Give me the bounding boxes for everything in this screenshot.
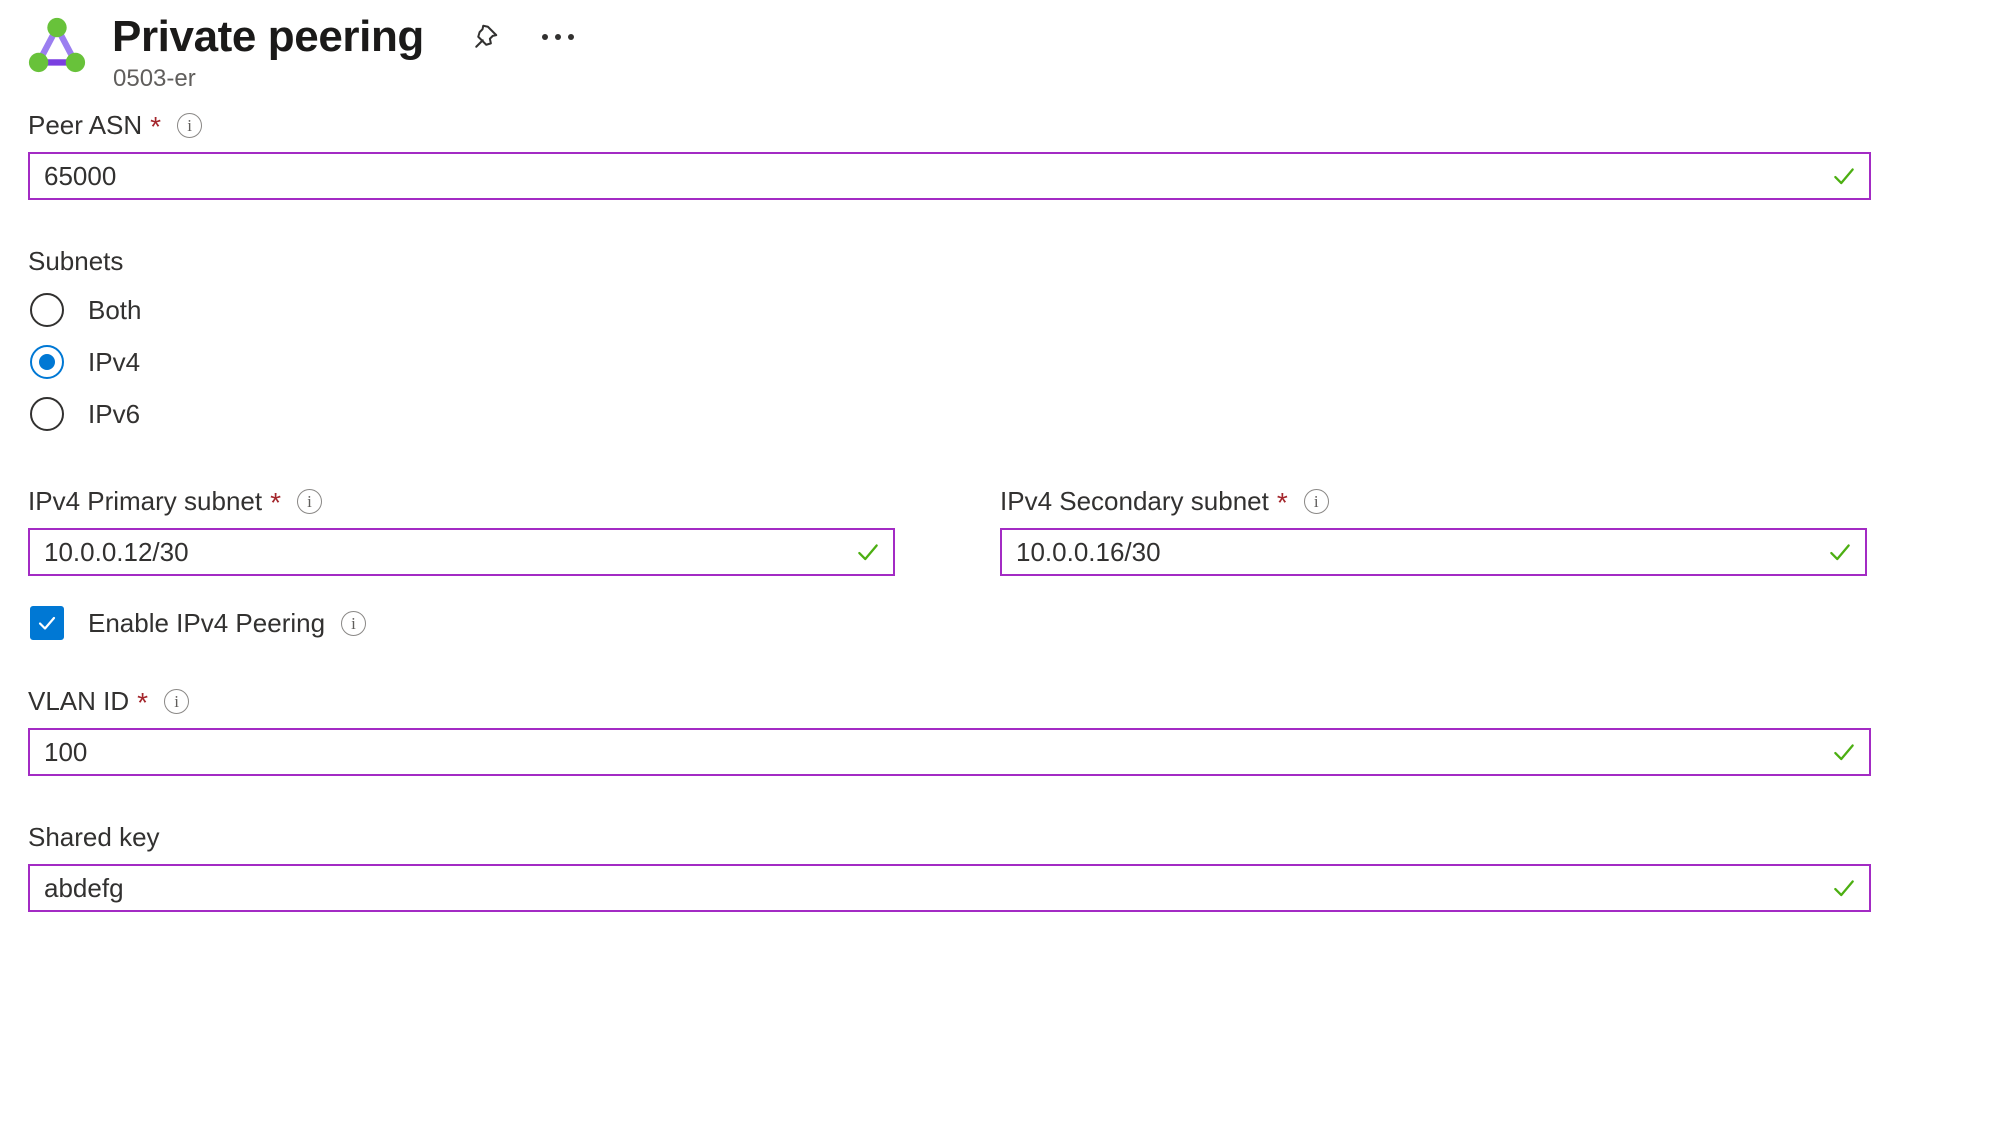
peer-asn-value: 65000: [44, 161, 117, 191]
shared-key-input[interactable]: abdefg: [28, 864, 1871, 912]
radio-label-both: Both: [88, 295, 142, 325]
title-actions: [464, 15, 580, 59]
valid-check-icon: [858, 544, 878, 561]
ipv4-primary-label-row: IPv4 Primary subnet * i: [28, 484, 895, 518]
valid-check-icon: [1834, 880, 1854, 897]
private-peering-page: Private peering 0503-er Peer ASN * i 650…: [0, 0, 1994, 1143]
shared-key-label: Shared key: [28, 822, 160, 852]
field-vlan-id: VLAN ID * i 100: [28, 684, 1994, 776]
page-title: Private peering: [112, 12, 424, 61]
vlan-id-input[interactable]: 100: [28, 728, 1871, 776]
required-indicator: *: [1276, 487, 1288, 518]
peer-asn-input[interactable]: 65000: [28, 152, 1871, 200]
radio-option-ipv6[interactable]: IPv6: [28, 388, 1994, 440]
field-peer-asn: Peer ASN * i 65000: [28, 108, 1994, 200]
required-indicator: *: [137, 687, 149, 718]
ellipsis-icon: [541, 34, 574, 40]
field-ipv4-secondary-subnet: IPv4 Secondary subnet * i 10.0.0.16/30: [1000, 484, 1867, 576]
field-shared-key: Shared key abdefg: [28, 820, 1994, 912]
ipv4-primary-subnet-input[interactable]: 10.0.0.12/30: [28, 528, 895, 576]
vlan-id-value: 100: [44, 737, 88, 767]
checkmark-icon: [38, 616, 56, 630]
enable-ipv4-peering-checkbox[interactable]: Enable IPv4 Peering i: [28, 606, 1994, 640]
page-header: Private peering 0503-er: [0, 0, 1994, 108]
info-icon[interactable]: i: [341, 610, 367, 636]
ipv4-primary-subnet-value: 10.0.0.12/30: [44, 537, 189, 567]
info-icon[interactable]: i: [1303, 488, 1329, 514]
radio-circle-icon: [30, 293, 64, 327]
ipv4-secondary-subnet-value: 10.0.0.16/30: [1016, 537, 1161, 567]
expressroute-peering-icon: [28, 17, 86, 73]
title-row: Private peering: [112, 8, 580, 66]
radio-label-ipv6: IPv6: [88, 399, 141, 429]
vlan-id-label-row: VLAN ID * i: [28, 684, 1994, 718]
more-options-button[interactable]: [536, 15, 580, 59]
peer-asn-label: Peer ASN: [28, 110, 143, 140]
shared-key-label-row: Shared key: [28, 820, 1994, 854]
radio-circle-icon: [30, 397, 64, 431]
radio-option-both[interactable]: Both: [28, 284, 1994, 336]
radio-circle-selected-icon: [30, 345, 64, 379]
subnets-group-label: Subnets: [28, 246, 124, 276]
valid-check-icon: [1830, 544, 1850, 561]
valid-check-icon: [1834, 744, 1854, 761]
checkbox-checked-icon: [30, 606, 64, 640]
valid-check-icon: [1834, 168, 1854, 185]
peering-form: Peer ASN * i 65000 Subnets Both IPv4 IPv…: [0, 108, 1994, 912]
ipv4-secondary-label-row: IPv4 Secondary subnet * i: [1000, 484, 1867, 518]
required-indicator: *: [270, 487, 281, 518]
required-indicator: *: [150, 111, 162, 142]
enable-ipv4-peering-label: Enable IPv4 Peering: [88, 608, 326, 638]
header-text-block: Private peering 0503-er: [112, 8, 580, 94]
field-ipv4-primary-subnet: IPv4 Primary subnet * i 10.0.0.12/30: [28, 484, 895, 576]
subnet-fields-row: IPv4 Primary subnet * i 10.0.0.12/30 IPv…: [28, 484, 1994, 576]
info-icon[interactable]: i: [177, 112, 203, 138]
subnets-radio-group: Both IPv4 IPv6: [28, 284, 1994, 440]
ipv4-primary-label: IPv4 Primary subnet: [28, 486, 263, 516]
ipv4-secondary-subnet-input[interactable]: 10.0.0.16/30: [1000, 528, 1867, 576]
shared-key-value: abdefg: [44, 873, 124, 903]
vlan-id-label: VLAN ID: [28, 686, 130, 716]
radio-option-ipv4[interactable]: IPv4: [28, 336, 1994, 388]
ipv4-secondary-label: IPv4 Secondary subnet: [1000, 486, 1269, 516]
pin-icon: [475, 24, 498, 48]
info-icon[interactable]: i: [297, 488, 322, 514]
peer-asn-label-row: Peer ASN * i: [28, 108, 1994, 142]
radio-label-ipv4: IPv4: [88, 347, 141, 377]
pin-button[interactable]: [464, 15, 508, 59]
info-icon[interactable]: i: [164, 688, 190, 714]
resource-subtitle: 0503-er: [113, 65, 196, 92]
